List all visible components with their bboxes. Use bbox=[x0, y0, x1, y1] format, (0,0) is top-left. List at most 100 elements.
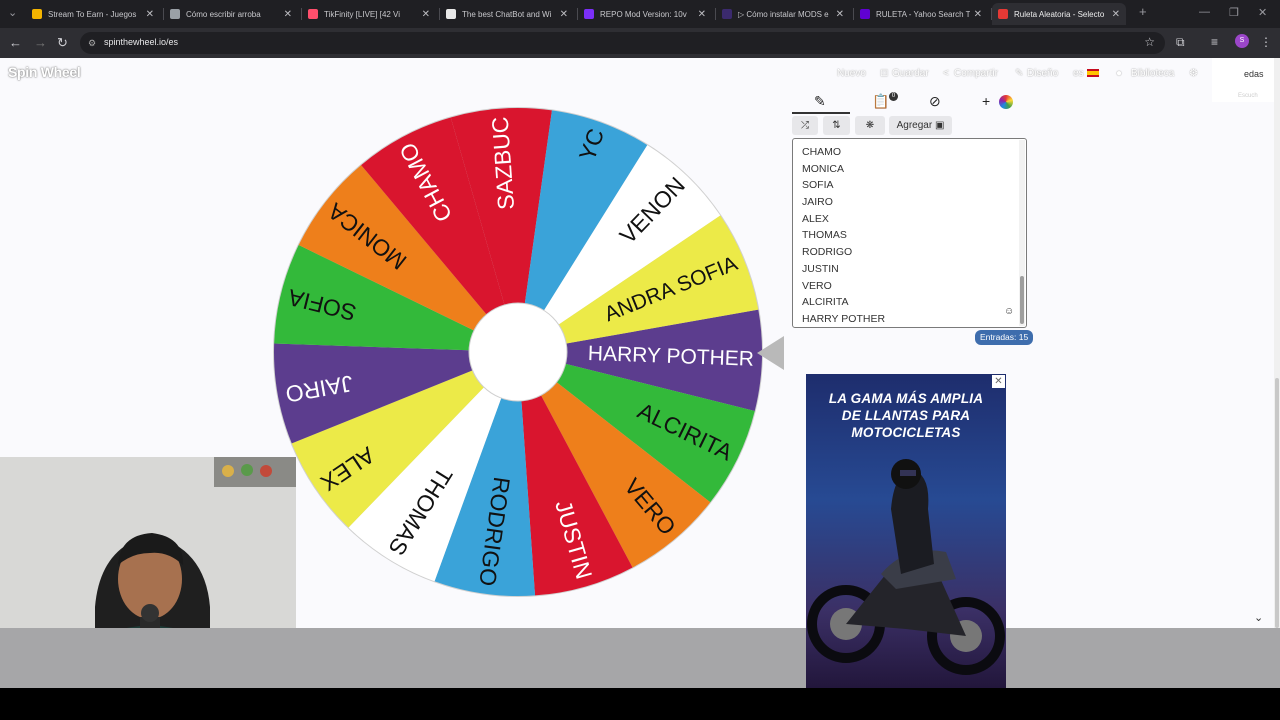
tab-title: Cómo escribir arroba bbox=[186, 9, 261, 19]
share-icon[interactable]: < bbox=[943, 68, 949, 79]
wheel-center-hub[interactable] bbox=[468, 302, 568, 402]
tab-favicon-icon bbox=[722, 9, 732, 19]
wheel-svg[interactable]: HARRY POTHERALCIRITAVEROJUSTINRODRIGOTHO… bbox=[272, 106, 764, 598]
tab-title: The best ChatBot and Wi bbox=[462, 9, 552, 19]
tab-title: RULETA - Yahoo Search T bbox=[876, 9, 970, 19]
entry-item[interactable]: RODRIGO bbox=[802, 244, 885, 261]
shuffle-button[interactable]: ⤮ bbox=[792, 116, 818, 135]
entry-item[interactable]: JAIRO bbox=[802, 194, 885, 211]
add-image-button[interactable]: Agregar ▣ bbox=[889, 116, 952, 135]
tab-close-icon[interactable]: ✕ bbox=[1112, 9, 1120, 20]
entry-item[interactable]: THOMAS bbox=[802, 227, 885, 244]
url-text: spinthewheel.io/es bbox=[104, 37, 179, 47]
side-popup-subtext: Escuch bbox=[1238, 93, 1258, 99]
entries-count-badge: Entradas: 15 bbox=[975, 330, 1034, 345]
add-button-label: Agregar bbox=[896, 120, 933, 131]
design-icon[interactable]: ✎ bbox=[1015, 68, 1023, 79]
nav-share[interactable]: Compartir bbox=[954, 68, 998, 79]
page-scrollbar-thumb[interactable] bbox=[1275, 378, 1279, 628]
nav-language[interactable]: es bbox=[1073, 68, 1099, 79]
site-info-icon[interactable]: ⚙ bbox=[88, 38, 98, 48]
save-icon[interactable]: ⊡ bbox=[880, 68, 888, 79]
tab-separator bbox=[301, 8, 302, 20]
advertisement[interactable]: ✕ LA GAMA MÁS AMPLIA DE LLANTAS PARA MOT… bbox=[806, 374, 1006, 688]
color-wheel-icon[interactable] bbox=[999, 95, 1013, 109]
tab-close-icon[interactable]: ✕ bbox=[836, 9, 844, 20]
browser-tab[interactable]: TikFinity [LIVE] [42 Vi ✕ bbox=[302, 3, 436, 25]
tab-separator bbox=[991, 8, 992, 20]
nav-save[interactable]: Guardar bbox=[892, 68, 929, 79]
sort-button[interactable]: ⇅ bbox=[823, 116, 850, 135]
reload-icon[interactable]: ↻ bbox=[57, 35, 68, 51]
tab-favicon-icon bbox=[998, 9, 1008, 19]
nav-library[interactable]: Biblioteca bbox=[1131, 68, 1174, 79]
tab-favicon-icon bbox=[32, 9, 42, 19]
add-icon[interactable]: + bbox=[982, 93, 990, 109]
tab-separator bbox=[715, 8, 716, 20]
motorcycle-image bbox=[807, 459, 1005, 675]
tab-search-icon[interactable]: ⌄ bbox=[8, 6, 17, 19]
clipboard-badge: 0 bbox=[889, 92, 898, 101]
tab-close-icon[interactable]: ✕ bbox=[146, 9, 154, 20]
clipboard-icon[interactable]: 📋 bbox=[872, 93, 889, 110]
image-icon: ▣ bbox=[934, 120, 945, 131]
extensions-icon[interactable]: ⧉ bbox=[1176, 35, 1185, 50]
entry-item[interactable]: JUSTIN bbox=[802, 261, 885, 278]
entry-item[interactable]: HARRY POTHER bbox=[802, 311, 885, 327]
tab-close-icon[interactable]: ✕ bbox=[560, 9, 568, 20]
bookmark-star-icon[interactable]: ☆ bbox=[1144, 35, 1155, 49]
nav-design[interactable]: Diseño bbox=[1027, 68, 1058, 79]
entry-item[interactable]: SOFIA bbox=[802, 177, 885, 194]
profile-avatar[interactable]: S bbox=[1235, 34, 1249, 48]
tab-separator bbox=[163, 8, 164, 20]
entry-item[interactable]: MONICA bbox=[802, 161, 885, 178]
restore-icon[interactable]: ❐ bbox=[1229, 6, 1239, 19]
browser-toolbar: ← → ↻ ⚙ spinthewheel.io/es ☆ ⧉ ≡ S ⋮ bbox=[0, 28, 1280, 58]
chevron-down-icon[interactable]: ⌄ bbox=[1254, 611, 1263, 624]
library-icon[interactable]: ● bbox=[1116, 68, 1122, 79]
minimize-icon[interactable]: — bbox=[1199, 6, 1210, 18]
reading-list-icon[interactable]: ≡ bbox=[1211, 35, 1218, 49]
tab-favicon-icon bbox=[308, 9, 318, 19]
entry-item[interactable]: VERO bbox=[802, 278, 885, 295]
browser-tab[interactable]: Cómo escribir arroba ✕ bbox=[164, 3, 298, 25]
page-scrollbar[interactable] bbox=[1274, 58, 1280, 628]
tab-close-icon[interactable]: ✕ bbox=[284, 9, 292, 20]
browser-tab[interactable]: REPO Mod Version: 10v ✕ bbox=[578, 3, 712, 25]
edit-icon[interactable]: ✎ bbox=[814, 93, 826, 110]
entries-scrollbar-thumb[interactable] bbox=[1020, 276, 1024, 324]
entry-item[interactable]: CHAMO bbox=[802, 144, 885, 161]
settings-icon[interactable]: ⚙ bbox=[1189, 68, 1198, 79]
side-popup: edas Escuch bbox=[1212, 58, 1280, 102]
new-tab-button[interactable]: + bbox=[1139, 4, 1147, 19]
browser-tab[interactable]: Ruleta Aleatoria - Selecto ✕ bbox=[992, 3, 1126, 25]
tab-title: REPO Mod Version: 10v bbox=[600, 9, 687, 19]
hide-icon[interactable]: ⊘ bbox=[929, 93, 941, 110]
address-bar[interactable]: ⚙ spinthewheel.io/es ☆ bbox=[80, 32, 1165, 54]
nav-new[interactable]: Nuevo bbox=[837, 68, 866, 79]
entry-item[interactable]: ALCIRITA bbox=[802, 294, 885, 311]
back-icon[interactable]: ← bbox=[9, 35, 22, 50]
emoji-icon[interactable]: ☺ bbox=[1004, 306, 1014, 317]
browser-tab[interactable]: ▷ Cómo instalar MODS e ✕ bbox=[716, 3, 850, 25]
tab-separator bbox=[853, 8, 854, 20]
spain-flag-icon bbox=[1086, 69, 1099, 78]
tab-close-icon[interactable]: ✕ bbox=[698, 9, 706, 20]
entry-item[interactable]: ALEX bbox=[802, 211, 885, 228]
browser-tab[interactable]: RULETA - Yahoo Search T ✕ bbox=[854, 3, 988, 25]
ai-button[interactable]: ❋ bbox=[855, 116, 885, 135]
site-logo[interactable]: Spin Wheel bbox=[8, 64, 81, 80]
browser-tab[interactable]: Stream To Earn - Juegos ✕ bbox=[26, 3, 160, 25]
browser-tab-bar: ⌄ Stream To Earn - Juegos ✕ Cómo escribir … bbox=[0, 0, 1280, 28]
tab-separator bbox=[577, 8, 578, 20]
tab-close-icon[interactable]: ✕ bbox=[422, 9, 430, 20]
entries-scrollbar[interactable] bbox=[1019, 140, 1025, 326]
close-window-icon[interactable]: ✕ bbox=[1258, 6, 1267, 19]
tab-close-icon[interactable]: ✕ bbox=[974, 9, 982, 20]
spin-wheel[interactable]: HARRY POTHER ALCIRITA VERO JUSTIN RODRIGO THO… bbox=[272, 106, 764, 598]
tab-favicon-icon bbox=[584, 9, 594, 19]
browser-tab[interactable]: The best ChatBot and Wi ✕ bbox=[440, 3, 574, 25]
forward-icon[interactable]: → bbox=[34, 35, 47, 50]
entries-textarea[interactable]: CHAMO MONICA SOFIA JAIRO ALEX THOMAS RODRIGO JU… bbox=[792, 138, 1027, 328]
menu-icon[interactable]: ⋮ bbox=[1260, 35, 1272, 49]
